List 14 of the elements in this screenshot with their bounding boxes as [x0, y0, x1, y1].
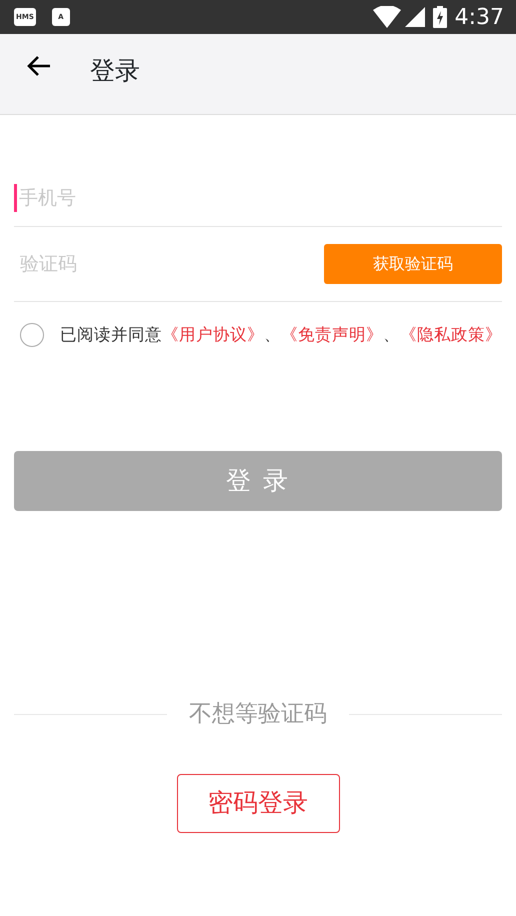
agreement-link[interactable]: 《隐私政策》 — [400, 324, 502, 344]
password-login-button[interactable]: 密码登录 — [176, 774, 340, 832]
agreement-link[interactable]: 《用户协议》 — [162, 324, 264, 344]
page-title: 登录 — [90, 55, 140, 87]
agreement-text: 已阅读并同意《用户协议》、《免责声明》、《隐私政策》 — [60, 324, 502, 346]
clock: 4:37 — [454, 4, 504, 32]
get-code-button[interactable]: 获取验证码 — [324, 244, 502, 284]
agreement-link[interactable]: 《免责声明》 — [281, 324, 383, 344]
divider-label: 不想等验证码 — [189, 700, 327, 729]
back-icon[interactable] — [26, 55, 52, 77]
battery-icon — [432, 6, 447, 28]
wifi-icon — [372, 6, 401, 28]
signal-icon — [404, 7, 425, 27]
agree-checkbox[interactable] — [20, 323, 44, 347]
